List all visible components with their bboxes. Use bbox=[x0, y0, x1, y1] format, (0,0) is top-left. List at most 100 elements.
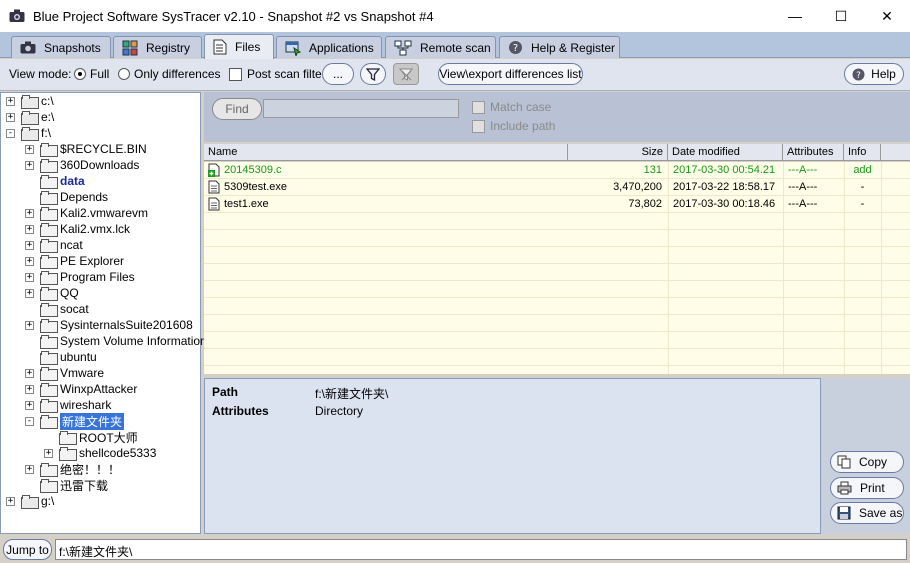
expand-icon[interactable]: + bbox=[25, 400, 34, 410]
only-differences-radio[interactable] bbox=[118, 68, 130, 80]
drive-icon bbox=[21, 111, 39, 125]
file-attributes-cell: ---A--- bbox=[788, 181, 818, 193]
full-radio[interactable] bbox=[74, 68, 86, 80]
filter-button[interactable] bbox=[360, 63, 386, 85]
tree-item-label: $RECYCLE.BIN bbox=[60, 142, 147, 156]
tree-item[interactable]: ubuntu bbox=[25, 349, 97, 365]
column-info[interactable]: Info bbox=[844, 144, 881, 161]
expand-icon[interactable]: + bbox=[25, 240, 34, 250]
tree-item[interactable]: socat bbox=[25, 301, 89, 317]
collapse-icon[interactable]: - bbox=[25, 416, 34, 426]
tree-item-label: SysinternalsSuite201608 bbox=[60, 318, 193, 332]
save-as-button[interactable]: Save as bbox=[830, 502, 904, 524]
expand-icon[interactable]: + bbox=[6, 496, 15, 506]
tab-registry[interactable]: Registry bbox=[113, 36, 202, 58]
tree-item-label: ROOT大师 bbox=[79, 430, 138, 445]
file-icon bbox=[208, 180, 220, 194]
tab-help-register[interactable]: ? Help & Register bbox=[499, 36, 620, 58]
tree-item[interactable]: + SysinternalsSuite201608 bbox=[25, 317, 193, 333]
maximize-button[interactable]: ☐ bbox=[818, 0, 864, 32]
expand-icon[interactable]: + bbox=[25, 272, 34, 282]
tree-item[interactable]: + Program Files bbox=[25, 269, 135, 285]
expand-icon[interactable]: + bbox=[25, 320, 34, 330]
file-list: 20145309.c 131 2017-03-30 00:54.21 ---A--- a… bbox=[204, 162, 910, 383]
tree-item[interactable]: + WinxpAttacker bbox=[25, 381, 137, 397]
details-pane: Path f:\新建文件夹\ Attributes Directory bbox=[204, 378, 821, 534]
file-row[interactable]: test1.exe 73,802 2017-03-30 00:18.46 ---A--… bbox=[204, 196, 910, 213]
drive-icon bbox=[21, 95, 39, 109]
expand-icon[interactable]: + bbox=[25, 256, 34, 266]
include-path-option[interactable]: Include path bbox=[472, 119, 555, 133]
post-scan-filter-checkbox[interactable] bbox=[229, 68, 242, 81]
match-case-option[interactable]: Match case bbox=[472, 100, 551, 114]
file-row[interactable]: 5309test.exe 3,470,200 2017-03-22 18:58.17… bbox=[204, 179, 910, 196]
print-label: Print bbox=[860, 481, 885, 495]
tree-item[interactable]: + e:\ bbox=[6, 109, 54, 125]
tab-applications[interactable]: Applications bbox=[276, 36, 382, 58]
current-path-field[interactable]: f:\新建文件夹\ bbox=[55, 539, 907, 560]
expand-icon[interactable]: + bbox=[6, 112, 15, 122]
tree-item[interactable]: + g:\ bbox=[6, 493, 54, 509]
file-icon bbox=[208, 197, 220, 211]
expand-icon[interactable]: + bbox=[25, 464, 34, 474]
tree-item[interactable]: + c:\ bbox=[6, 93, 54, 109]
tree-item[interactable]: - f:\ bbox=[6, 125, 51, 141]
collapse-icon[interactable]: - bbox=[6, 128, 15, 138]
tree-item[interactable]: + PE Explorer bbox=[25, 253, 124, 269]
tree-item[interactable]: - 新建文件夹 bbox=[25, 412, 125, 430]
filter-options-button[interactable]: ... bbox=[322, 63, 354, 85]
expand-icon[interactable]: + bbox=[6, 96, 15, 106]
tree-item[interactable]: data bbox=[25, 173, 85, 189]
expand-icon[interactable]: + bbox=[25, 144, 34, 154]
column-size[interactable]: Size bbox=[568, 144, 668, 161]
find-button[interactable]: Find bbox=[212, 98, 262, 120]
file-row[interactable]: 20145309.c 131 2017-03-30 00:54.21 ---A--- a… bbox=[204, 162, 910, 179]
tree-item[interactable]: + wireshark bbox=[25, 397, 111, 413]
folder-icon bbox=[40, 287, 58, 301]
tree-item[interactable]: +360Downloads bbox=[25, 157, 139, 173]
tree-item[interactable]: + Vmware bbox=[25, 365, 104, 381]
clear-filter-icon bbox=[399, 68, 413, 81]
tree-item-label: e:\ bbox=[41, 110, 55, 124]
tree-item-label: ubuntu bbox=[60, 350, 97, 364]
tree-item[interactable]: + Kali2.vmwarevm bbox=[25, 205, 148, 221]
tab-remote-scan[interactable]: Remote scan bbox=[385, 36, 496, 58]
tree-item[interactable]: + 绝密！！！ bbox=[25, 461, 120, 477]
column-name[interactable]: Name bbox=[204, 144, 568, 161]
tree-item[interactable]: + shellcode5333 bbox=[44, 445, 156, 461]
expand-icon[interactable]: + bbox=[25, 368, 34, 378]
registry-icon bbox=[122, 40, 138, 55]
jump-to-button[interactable]: Jump to bbox=[3, 539, 52, 560]
tab-snapshots[interactable]: Snapshots bbox=[11, 36, 111, 58]
tree-item-label: c:\ bbox=[41, 94, 54, 108]
expand-icon[interactable]: + bbox=[25, 384, 34, 394]
tree-item[interactable]: + $RECYCLE.BIN bbox=[25, 141, 147, 157]
tree-item[interactable]: + ncat bbox=[25, 237, 83, 253]
tree-item[interactable]: 迅雷下载 bbox=[25, 477, 108, 493]
export-differences-button[interactable]: View\export differences list bbox=[438, 63, 583, 85]
expand-icon[interactable]: + bbox=[25, 208, 34, 218]
clear-filter-button[interactable] bbox=[393, 63, 419, 85]
tree-item[interactable]: System Volume Information bbox=[25, 333, 207, 349]
file-name-cell: test1.exe bbox=[224, 198, 269, 210]
help-button[interactable]: ? Help bbox=[844, 63, 904, 85]
tree-item[interactable]: + QQ bbox=[25, 285, 79, 301]
expand-icon[interactable]: + bbox=[44, 448, 53, 458]
match-case-checkbox[interactable] bbox=[472, 100, 485, 114]
find-input[interactable] bbox=[263, 99, 459, 118]
column-attributes[interactable]: Attributes bbox=[783, 144, 844, 161]
copy-button[interactable]: Copy bbox=[830, 451, 904, 473]
expand-icon[interactable]: + bbox=[25, 160, 34, 170]
expand-icon[interactable]: + bbox=[25, 288, 34, 298]
svg-text:?: ? bbox=[856, 71, 861, 81]
print-button[interactable]: Print bbox=[830, 477, 904, 499]
close-button[interactable]: ✕ bbox=[864, 0, 910, 32]
tree-item[interactable]: ROOT大师 bbox=[44, 429, 138, 445]
minimize-button[interactable]: — bbox=[772, 0, 818, 32]
include-path-checkbox[interactable] bbox=[472, 119, 485, 133]
tree-item[interactable]: Depends bbox=[25, 189, 108, 205]
expand-icon[interactable]: + bbox=[25, 224, 34, 234]
tab-files[interactable]: Files bbox=[204, 34, 274, 59]
tree-item[interactable]: + Kali2.vmx.lck bbox=[25, 221, 130, 237]
column-date-modified[interactable]: Date modified bbox=[668, 144, 783, 161]
